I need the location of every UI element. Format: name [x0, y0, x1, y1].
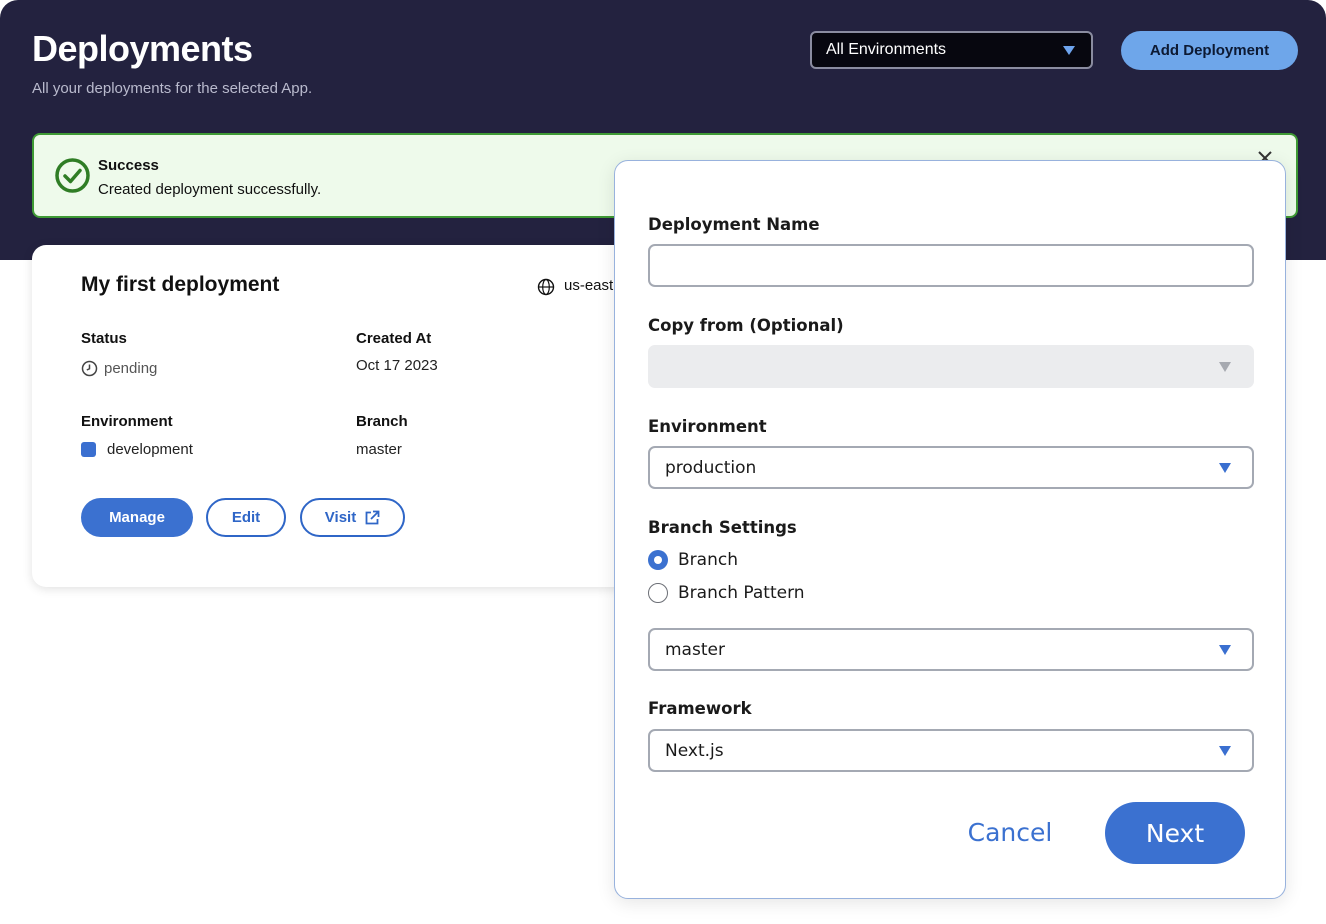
framework-select-value: Next.js [665, 740, 724, 761]
clock-icon [81, 360, 98, 377]
manage-button[interactable]: Manage [81, 498, 193, 537]
page-title: Deployments [32, 28, 253, 69]
status-value: pending [81, 360, 157, 377]
region-label: us-east [564, 277, 614, 294]
globe-icon [537, 278, 555, 296]
deployment-card: My first deployment us-east Status pendi… [32, 245, 672, 587]
radio-branch[interactable]: Branch [648, 550, 738, 570]
branch-select-value: master [665, 639, 725, 660]
edit-button[interactable]: Edit [206, 498, 286, 537]
environment-label: Environment [81, 413, 173, 430]
external-link-icon [365, 510, 380, 524]
radio-branch-pattern[interactable]: Branch Pattern [648, 583, 805, 603]
caret-down-icon [1219, 362, 1231, 372]
caret-down-icon [1063, 46, 1075, 55]
branch-label: Branch [356, 413, 408, 430]
status-label: Status [81, 330, 127, 347]
copy-from-label: Copy from (Optional) [648, 316, 844, 335]
alert-title: Success [98, 157, 159, 174]
radio-button-checked[interactable] [648, 550, 668, 570]
cancel-button[interactable]: Cancel [955, 802, 1065, 862]
environment-text: development [107, 441, 193, 458]
created-at-label: Created At [356, 330, 432, 347]
caret-down-icon [1219, 645, 1231, 655]
create-deployment-dialog: Deployment Name Copy from (Optional) Env… [614, 160, 1286, 899]
caret-down-icon [1219, 463, 1231, 473]
branch-value: master [356, 441, 402, 458]
branch-select[interactable]: master [648, 628, 1254, 671]
deployment-title: My first deployment [81, 273, 280, 296]
environment-value: development [81, 441, 193, 458]
deployment-name-label: Deployment Name [648, 215, 820, 234]
next-button[interactable]: Next [1105, 802, 1245, 864]
environment-filter-value: All Environments [826, 41, 947, 58]
check-circle-icon [55, 158, 90, 193]
visit-button[interactable]: Visit [300, 498, 405, 537]
caret-down-icon [1219, 746, 1231, 756]
radio-branch-pattern-label: Branch Pattern [678, 583, 805, 603]
environment-select-value: production [665, 457, 757, 478]
deployment-name-input[interactable] [648, 244, 1254, 287]
status-text: pending [104, 360, 158, 377]
environment-color-swatch [81, 442, 96, 457]
environment-select[interactable]: production [648, 446, 1254, 489]
visit-button-label: Visit [324, 509, 357, 526]
radio-button-unchecked[interactable] [648, 583, 668, 603]
framework-label: Framework [648, 699, 752, 718]
add-deployment-button[interactable]: Add Deployment [1121, 31, 1298, 70]
environment-select-label: Environment [648, 417, 767, 436]
created-at-value: Oct 17 2023 [356, 357, 438, 374]
radio-branch-label: Branch [678, 550, 738, 570]
page-subtitle: All your deployments for the selected Ap… [32, 80, 313, 97]
branch-settings-label: Branch Settings [648, 518, 797, 537]
alert-message: Created deployment successfully. [98, 181, 322, 198]
copy-from-select[interactable] [648, 345, 1254, 388]
environment-filter-select[interactable]: All Environments [810, 31, 1093, 69]
framework-select[interactable]: Next.js [648, 729, 1254, 772]
